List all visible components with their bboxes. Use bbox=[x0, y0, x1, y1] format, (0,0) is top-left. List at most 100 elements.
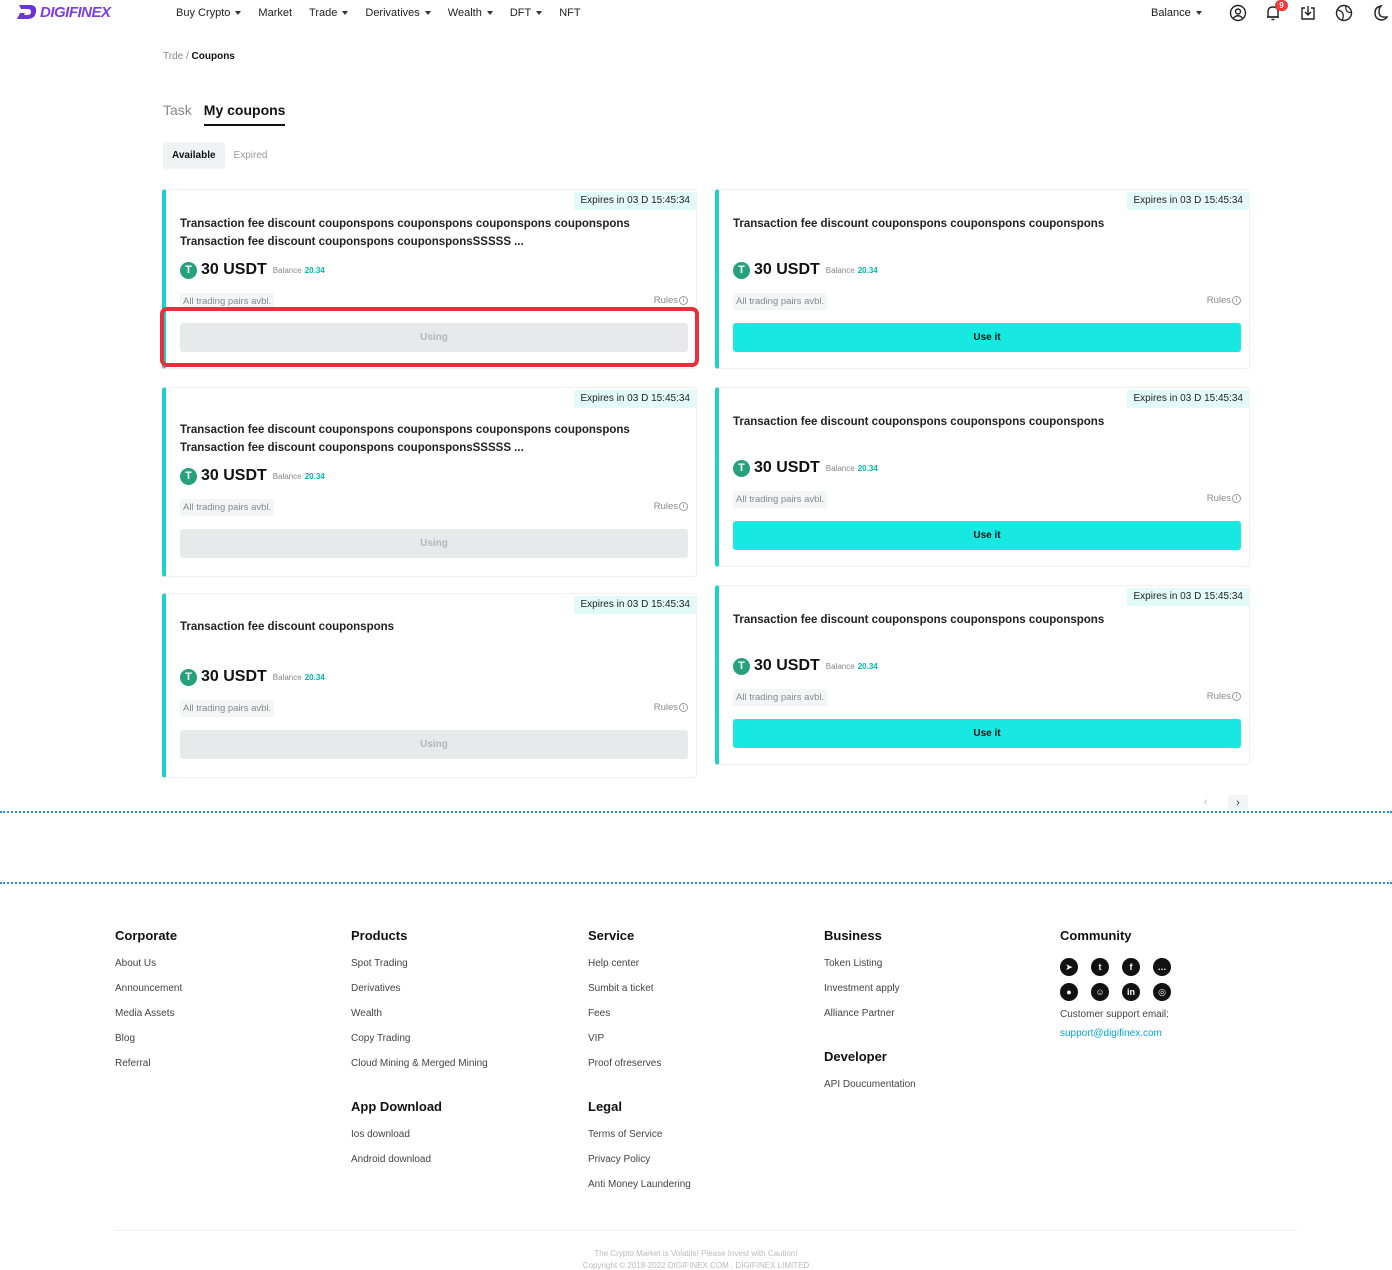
breadcrumb-parent[interactable]: Trde bbox=[163, 51, 183, 62]
footer-link-wealth[interactable]: Wealth bbox=[351, 1008, 488, 1033]
coupon-amount: 30 USDT bbox=[201, 467, 267, 484]
footer-community: Community ➤ t f … ● ☺ in ◎ Customer supp… bbox=[1060, 928, 1171, 1053]
nav-wealth[interactable]: Wealth bbox=[448, 7, 493, 19]
chevron-down-icon bbox=[536, 11, 543, 15]
tab-my-coupons[interactable]: My coupons bbox=[203, 102, 286, 126]
tether-icon: T bbox=[733, 657, 750, 675]
using-button[interactable]: Using bbox=[180, 730, 688, 759]
filter-available[interactable]: Available bbox=[163, 142, 225, 169]
coupon-amount-row: T 30 USDT Balance 20.34 bbox=[733, 459, 878, 477]
footer-link-announcement[interactable]: Announcement bbox=[115, 983, 182, 1008]
footer-heading: Corporate bbox=[115, 928, 178, 943]
rules-label: Rules bbox=[1206, 493, 1231, 504]
footer-link-spot-trading[interactable]: Spot Trading bbox=[351, 958, 488, 983]
footer-link-aml[interactable]: Anti Money Laundering bbox=[588, 1179, 691, 1204]
footer-link-referral[interactable]: Referral bbox=[115, 1058, 182, 1083]
rules-link[interactable]: Rules i bbox=[1207, 493, 1241, 504]
coupon-title: Transaction fee discount couponspons cou… bbox=[180, 424, 630, 454]
rules-link[interactable]: Rules i bbox=[654, 295, 688, 306]
footer-link-copy-trading[interactable]: Copy Trading bbox=[351, 1033, 488, 1058]
status-filter: Available Expired bbox=[163, 142, 276, 169]
expiry-countdown: Expires in 03 D 15:45:34 bbox=[574, 390, 696, 408]
info-icon: i bbox=[679, 502, 688, 511]
globe-icon[interactable] bbox=[1335, 4, 1353, 22]
footer-link-cloud-mining[interactable]: Cloud Mining & Merged Mining bbox=[351, 1058, 488, 1083]
tab-task[interactable]: Task bbox=[163, 102, 192, 124]
moon-icon[interactable] bbox=[1370, 4, 1388, 22]
balance-label: Balance bbox=[825, 463, 855, 473]
chat-icon[interactable]: … bbox=[1153, 958, 1171, 976]
using-button[interactable]: Using bbox=[180, 529, 688, 558]
nav-derivatives[interactable]: Derivatives bbox=[365, 7, 431, 19]
footer-heading: Business bbox=[824, 928, 882, 943]
balance-label: Balance bbox=[1151, 7, 1191, 19]
trading-pairs-tag: All trading pairs avbl. bbox=[733, 689, 828, 706]
footer-link-token-listing[interactable]: Token Listing bbox=[824, 958, 900, 983]
rules-link[interactable]: Rules i bbox=[1207, 691, 1241, 702]
coupon-amount-row: T 30 USDT Balance 20.34 bbox=[180, 467, 325, 485]
footer-link-android-download[interactable]: Android download bbox=[351, 1154, 442, 1179]
nav-buy-crypto[interactable]: Buy Crypto bbox=[176, 7, 242, 19]
use-it-button[interactable]: Use it bbox=[733, 323, 1241, 352]
nav-label: Market bbox=[258, 7, 293, 19]
footer-link-privacy[interactable]: Privacy Policy bbox=[588, 1154, 691, 1179]
chevron-down-icon bbox=[342, 11, 349, 15]
filter-expired[interactable]: Expired bbox=[225, 142, 277, 169]
balance-dropdown[interactable]: Balance bbox=[1151, 7, 1202, 19]
footer-link-fees[interactable]: Fees bbox=[588, 1008, 661, 1033]
rules-label: Rules bbox=[1206, 691, 1231, 702]
footer-business: Business Token Listing Investment apply … bbox=[824, 928, 900, 1033]
footer-developer: Developer API Doucumentation bbox=[824, 1049, 916, 1104]
footer-link-terms[interactable]: Terms of Service bbox=[588, 1129, 691, 1154]
footer-heading: Community bbox=[1060, 928, 1132, 943]
tether-icon: T bbox=[733, 459, 750, 477]
digifinex-logo[interactable]: DIGIFINEX bbox=[16, 3, 111, 21]
nav-dft[interactable]: DFT bbox=[509, 7, 543, 19]
footer-link-blog[interactable]: Blog bbox=[115, 1033, 182, 1058]
telegram-icon[interactable]: ➤ bbox=[1060, 958, 1078, 976]
footer-link-derivatives[interactable]: Derivatives bbox=[351, 983, 488, 1008]
prev-page-button[interactable]: ‹ bbox=[1204, 796, 1208, 808]
nav-trade[interactable]: Trade bbox=[309, 7, 349, 19]
user-icon[interactable] bbox=[1229, 4, 1247, 22]
facebook-icon[interactable]: f bbox=[1122, 958, 1140, 976]
medium-icon[interactable]: ● bbox=[1060, 983, 1078, 1001]
nav-nft[interactable]: NFT bbox=[559, 7, 580, 19]
support-email-link[interactable]: support@digifinex.com bbox=[1060, 1028, 1171, 1053]
twitter-icon[interactable]: t bbox=[1091, 958, 1109, 976]
footer-link-media-assets[interactable]: Media Assets bbox=[115, 1008, 182, 1033]
rules-link[interactable]: Rules i bbox=[654, 501, 688, 512]
footer-link-submit-ticket[interactable]: Sumbit a ticket bbox=[588, 983, 661, 1008]
expiry-countdown: Expires in 03 D 15:45:34 bbox=[1127, 192, 1249, 210]
footer-heading: Products bbox=[351, 928, 408, 943]
social-row: ● ☺ in ◎ bbox=[1060, 983, 1171, 1001]
instagram-icon[interactable]: ◎ bbox=[1153, 983, 1171, 1001]
nav-market[interactable]: Market bbox=[258, 7, 292, 19]
nav-label: Buy Crypto bbox=[176, 7, 231, 19]
coupon-amount: 30 USDT bbox=[754, 459, 820, 476]
footer-link-api-docs[interactable]: API Doucumentation bbox=[824, 1079, 916, 1104]
logo-mark-icon bbox=[17, 5, 37, 19]
footer-link-vip[interactable]: VIP bbox=[588, 1033, 661, 1058]
reddit-icon[interactable]: ☺ bbox=[1091, 983, 1109, 1001]
use-it-button[interactable]: Use it bbox=[733, 719, 1241, 748]
nav-label: DFT bbox=[509, 7, 532, 19]
info-icon: i bbox=[1232, 494, 1241, 503]
footer-link-help-center[interactable]: Help center bbox=[588, 958, 661, 983]
info-icon: i bbox=[1232, 296, 1241, 305]
use-it-button[interactable]: Use it bbox=[733, 521, 1241, 550]
balance-label: Balance bbox=[272, 471, 302, 481]
footer-link-investment-apply[interactable]: Investment apply bbox=[824, 983, 900, 1008]
download-icon[interactable] bbox=[1299, 4, 1317, 22]
footer-link-alliance-partner[interactable]: Alliance Partner bbox=[824, 1008, 900, 1033]
linkedin-icon[interactable]: in bbox=[1122, 983, 1140, 1001]
info-icon: i bbox=[679, 703, 688, 712]
footer-link-ios-download[interactable]: Ios download bbox=[351, 1129, 442, 1154]
footer-divider bbox=[115, 1230, 1297, 1231]
rules-link[interactable]: Rules i bbox=[1207, 295, 1241, 306]
next-page-button[interactable]: › bbox=[1228, 795, 1248, 811]
footer-link-proof-of-reserves[interactable]: Proof ofreserves bbox=[588, 1058, 661, 1083]
rules-label: Rules bbox=[653, 501, 678, 512]
footer-link-about[interactable]: About Us bbox=[115, 958, 182, 983]
rules-link[interactable]: Rules i bbox=[654, 702, 688, 713]
